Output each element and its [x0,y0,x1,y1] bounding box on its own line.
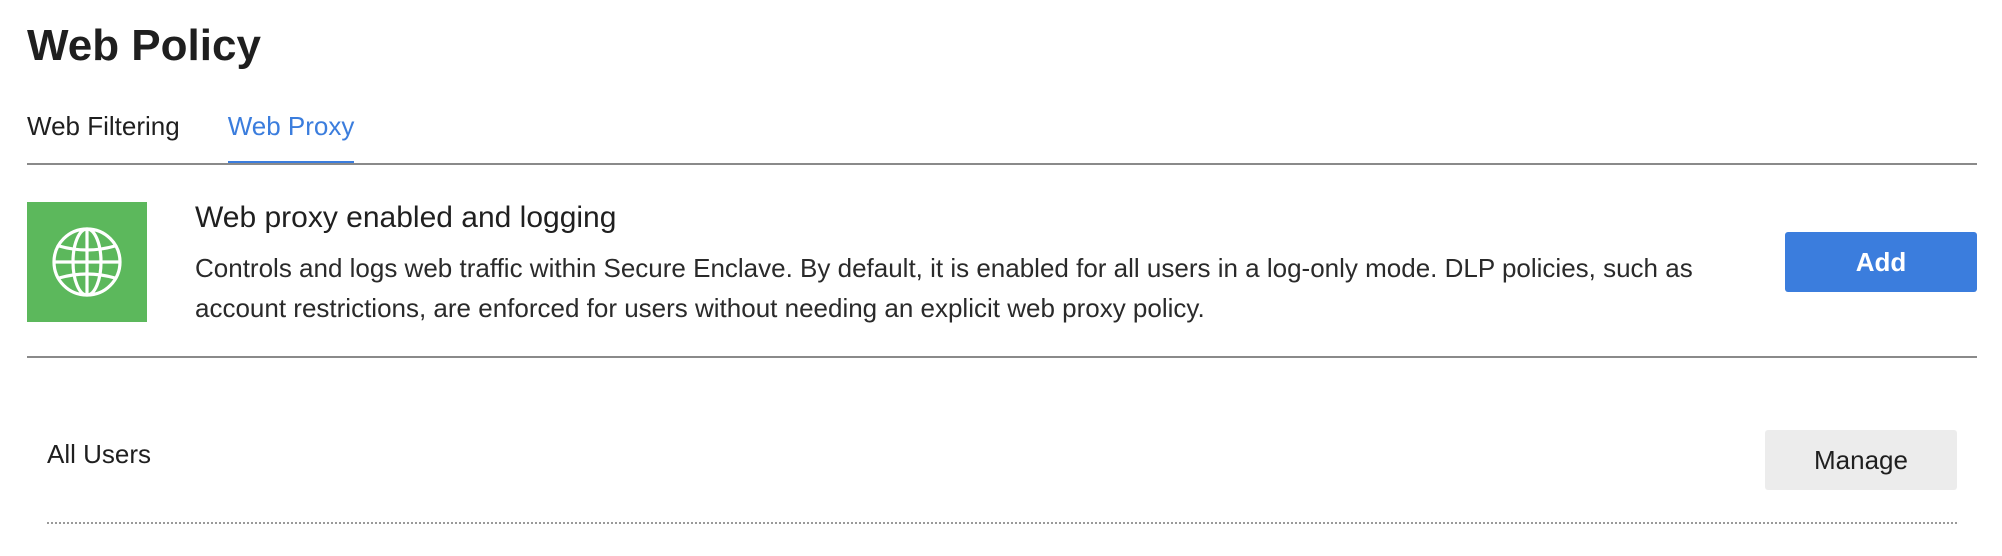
row-divider [47,522,1957,524]
section-divider [27,356,1977,358]
tab-web-filtering[interactable]: Web Filtering [27,108,180,164]
tab-web-proxy[interactable]: Web Proxy [227,108,354,165]
add-button[interactable]: Add [1785,232,1977,292]
list-item: All Users Manage [47,420,1957,530]
web-policy-page: Web Policy Web Filtering Web Proxy Web p… [0,0,2002,556]
globe-icon [52,227,122,297]
policy-title: Web proxy enabled and logging [195,201,617,234]
tab-bar: Web Filtering Web Proxy [27,108,402,165]
web-proxy-policy-card: Web proxy enabled and logging Controls a… [27,200,1977,323]
policy-description: Controls and logs web traffic within Sec… [195,253,1693,323]
user-group-label: All Users [47,439,152,469]
page-title: Web Policy [27,21,261,70]
tabs-divider [27,163,1977,165]
policy-icon-tile [27,202,147,322]
manage-button[interactable]: Manage [1765,430,1957,490]
